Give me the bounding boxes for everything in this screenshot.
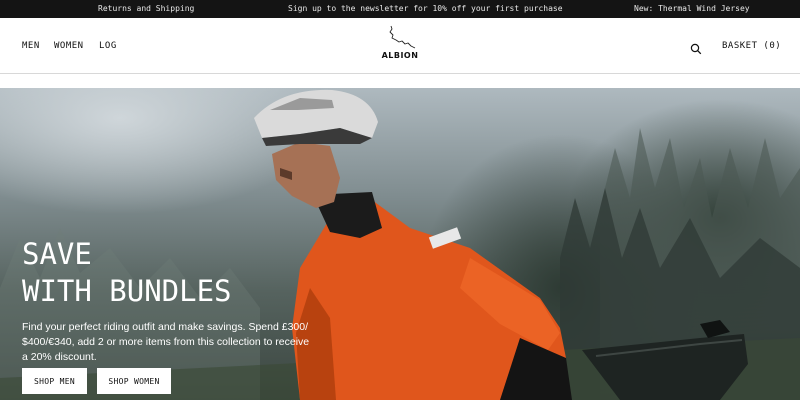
shop-men-button[interactable]: SHOP MEN <box>22 368 87 394</box>
search-button[interactable] <box>690 40 702 55</box>
shop-women-button[interactable]: SHOP WOMEN <box>97 368 171 394</box>
hero-banner: SAVE WITH BUNDLES Find your perfect ridi… <box>0 88 800 400</box>
newsletter-link[interactable]: Sign up to the newsletter for 10% off yo… <box>288 4 563 13</box>
nav-women[interactable]: WOMEN <box>54 41 84 51</box>
route-line-icon <box>389 25 416 49</box>
announcement-bar: Returns and Shipping Sign up to the news… <box>0 0 800 18</box>
logo-text: ALBION <box>381 51 419 60</box>
hero-description: Find your perfect riding outfit and make… <box>22 321 310 363</box>
new-product-link[interactable]: New: Thermal Wind Jersey <box>634 4 750 13</box>
basket-link[interactable]: BASKET (0) <box>722 41 781 51</box>
logo[interactable]: ALBION <box>378 24 422 72</box>
search-icon <box>690 43 702 55</box>
nav-men[interactable]: MEN <box>22 41 40 51</box>
returns-shipping-link[interactable]: Returns and Shipping <box>98 4 194 13</box>
site-header: MEN WOMEN LOG ALBION BASKET (0) <box>0 18 800 74</box>
nav-log[interactable]: LOG <box>99 41 117 51</box>
hero-title: SAVE WITH BUNDLES <box>22 237 232 308</box>
